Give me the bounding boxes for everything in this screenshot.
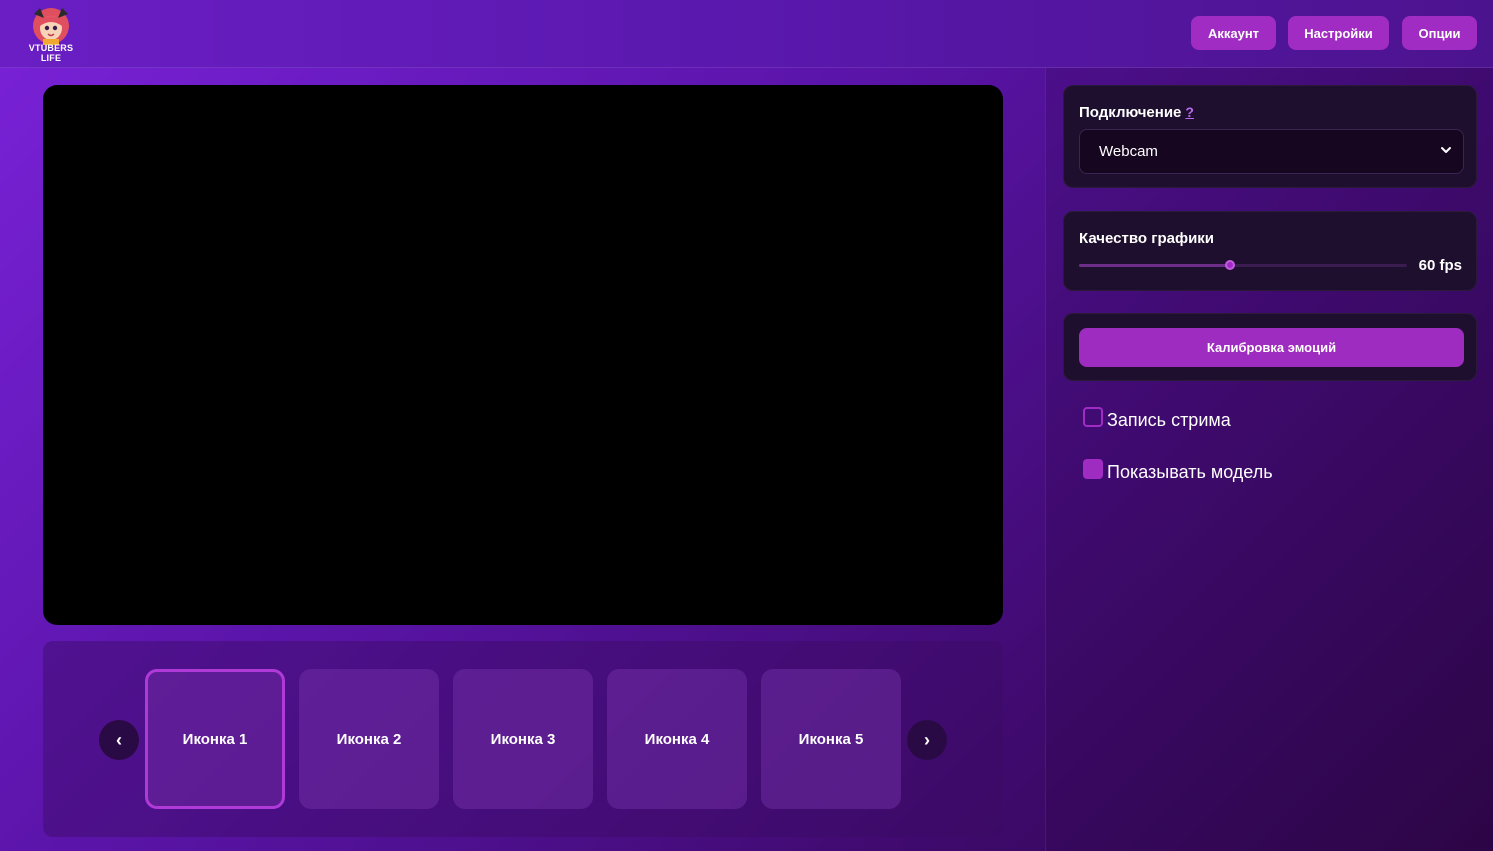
carousel-prev-button[interactable]: ‹ bbox=[99, 720, 139, 760]
graphics-quality-card: Качество графики 60 fps bbox=[1063, 211, 1477, 291]
show-model-option[interactable]: Показывать модель bbox=[1083, 458, 1273, 483]
carousel-item-5[interactable]: Иконка 5 bbox=[761, 669, 901, 809]
carousel-item-1[interactable]: Иконка 1 bbox=[145, 669, 285, 809]
app-logo[interactable]: VTUBERS LIFE bbox=[26, 6, 76, 64]
fps-value: 60 fps bbox=[1418, 257, 1462, 274]
connection-help-link[interactable]: ? bbox=[1185, 104, 1194, 120]
logo-text: VTUBERS LIFE bbox=[26, 43, 76, 63]
record-stream-option[interactable]: Запись стрима bbox=[1083, 406, 1231, 431]
connection-select[interactable]: Webcam bbox=[1079, 129, 1464, 174]
settings-button[interactable]: Настройки bbox=[1288, 16, 1389, 50]
video-preview bbox=[43, 85, 1003, 625]
carousel-next-button[interactable]: › bbox=[907, 720, 947, 760]
account-button[interactable]: Аккаунт bbox=[1191, 16, 1276, 50]
show-model-checkbox[interactable] bbox=[1083, 458, 1103, 479]
carousel-item-3[interactable]: Иконка 3 bbox=[453, 669, 593, 809]
connection-title: Подключение? bbox=[1079, 104, 1194, 121]
fps-slider[interactable] bbox=[1079, 260, 1407, 270]
top-header: VTUBERS LIFE Аккаунт Настройки Опции bbox=[0, 0, 1493, 68]
show-model-label: Показывать модель bbox=[1107, 462, 1273, 482]
options-button[interactable]: Опции bbox=[1402, 16, 1477, 50]
logo-text-line1: VTUBERS bbox=[28, 43, 74, 53]
logo-text-line2: LIFE bbox=[40, 53, 62, 63]
connection-select-value: Webcam bbox=[1099, 143, 1158, 160]
connection-card: Подключение? Webcam bbox=[1063, 85, 1477, 188]
record-stream-checkbox[interactable] bbox=[1083, 406, 1103, 427]
icon-carousel: ‹ Иконка 1 Иконка 2 Иконка 3 Иконка 4 Ик… bbox=[43, 641, 1003, 837]
settings-sidebar: Подключение? Webcam Качество графики 60 … bbox=[1045, 68, 1493, 851]
record-stream-label: Запись стрима bbox=[1107, 410, 1231, 430]
chevron-down-icon bbox=[1441, 147, 1451, 153]
carousel-item-2[interactable]: Иконка 2 bbox=[299, 669, 439, 809]
calibration-card: Калибровка эмоций bbox=[1063, 313, 1477, 381]
graphics-quality-title: Качество графики bbox=[1079, 230, 1215, 247]
fps-slider-fill bbox=[1079, 264, 1230, 267]
carousel-item-4[interactable]: Иконка 4 bbox=[607, 669, 747, 809]
connection-title-text: Подключение bbox=[1079, 104, 1182, 121]
fps-slider-thumb[interactable] bbox=[1225, 260, 1235, 270]
calibrate-emotions-button[interactable]: Калибровка эмоций bbox=[1079, 328, 1464, 367]
vtuber-avatar-icon bbox=[33, 8, 69, 45]
